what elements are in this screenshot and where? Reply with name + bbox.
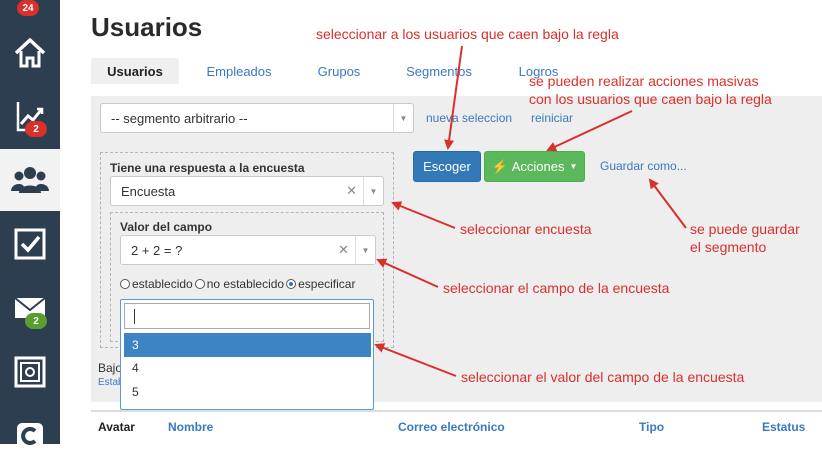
bajo-fragment: Bajo [98,361,123,375]
actions-button[interactable]: ⚡ Acciones ▼ [484,151,585,182]
dropdown-search-input[interactable] [124,303,370,329]
radio-especificar[interactable] [286,279,297,289]
page-title: Usuarios [91,12,203,42]
segment-select-value: -- segmento arbitrario -- [111,110,248,126]
dropdown-option-3[interactable]: 3 [124,333,371,357]
sidebar-item-users[interactable] [0,149,60,211]
clear-icon[interactable]: ✕ [346,183,357,199]
rule-title: Tiene una respuesta a la encuesta [110,161,305,175]
annotation-save-segment-1: se puede guardar [690,221,800,237]
new-selection-link[interactable]: nueva seleccion [426,111,512,125]
annotation-save-segment-2: el segmento [690,239,767,255]
radio-group: establecido no establecido especificar [120,277,355,291]
tab-empleados[interactable]: Empleados [199,58,279,84]
caret-down-icon: ▼ [569,162,578,171]
sidebar-item-home[interactable] [0,22,60,84]
sidebar-item-logo[interactable] [0,405,60,467]
home-icon [14,38,46,68]
checkbox-icon [14,228,46,260]
actions-label: Acciones [511,159,565,174]
stats-badge: 2 [25,121,47,137]
col-estatus[interactable]: Estatus [762,420,805,434]
sidebar: 24 2 2 [0,0,60,449]
radio-label-no-establecido: no establecido [206,277,285,291]
text-cursor [134,309,135,324]
chevron-down-icon: ▼ [393,104,413,132]
choose-button[interactable]: Escoger [413,151,481,182]
col-avatar: Avatar [98,420,135,434]
chevron-down-icon: ▼ [363,177,383,205]
tab-usuarios[interactable]: Usuarios [91,58,179,84]
sidebar-item-tasks[interactable] [0,213,60,275]
dropdown-option-4[interactable]: 4 [124,356,371,380]
notification-badge: 24 [17,0,39,16]
annotation-select-users: seleccionar a los usuarios que caen bajo… [316,26,619,42]
safe-icon [14,356,46,388]
col-correo[interactable]: Correo electrónico [398,420,505,434]
logo-c-icon [17,423,43,449]
radio-label-establecido: establecido [132,277,193,291]
sidebar-item-safe[interactable] [0,341,60,403]
chevron-down-icon: ▼ [355,236,375,264]
bolt-icon: ⚡ [491,158,508,174]
radio-no-establecido[interactable] [194,279,205,289]
value-dropdown[interactable]: 3 4 5 [120,299,374,410]
sidebar-item-stats[interactable]: 2 [0,85,60,147]
survey-select-value: Encuesta [121,183,176,199]
annotation-select-field: seleccionar el campo de la encuesta [443,280,670,296]
radio-establecido[interactable] [120,279,130,289]
survey-select[interactable]: Encuesta ✕ ▼ [110,176,384,206]
field-title: Valor del campo [120,220,213,234]
users-table-header: Avatar Nombre Correo electrónico Tipo Es… [91,410,822,444]
annotation-mass-actions-1: se pueden realizar acciones masivas [529,73,759,89]
tab-grupos[interactable]: Grupos [309,58,369,84]
radio-label-especificar: especificar [298,277,356,291]
annotation-mass-actions-2: con los usuarios que caen bajo la regla [529,91,772,107]
field-select[interactable]: 2 + 2 = ? ✕ ▼ [120,235,376,265]
col-tipo[interactable]: Tipo [639,420,664,434]
dropdown-option-5[interactable]: 5 [124,380,371,404]
tab-segmentos[interactable]: Segmentos [399,58,479,84]
mail-badge: 2 [25,313,47,329]
segment-select[interactable]: -- segmento arbitrario -- ▼ [100,103,414,133]
save-as-link[interactable]: Guardar como... [600,159,687,173]
annotation-select-value: seleccionar el valor del campo de la enc… [461,369,745,385]
clear-icon[interactable]: ✕ [338,242,349,258]
annotation-select-survey: seleccionar encuesta [460,221,592,237]
field-select-value: 2 + 2 = ? [131,242,183,258]
users-icon [11,167,49,193]
col-nombre[interactable]: Nombre [168,420,213,434]
reset-link[interactable]: reiniciar [531,111,573,125]
sidebar-item-mail[interactable]: 2 [0,277,60,339]
